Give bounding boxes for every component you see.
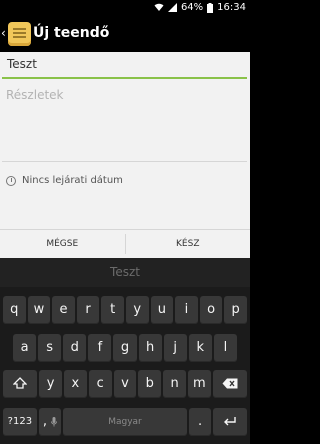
done-button[interactable]: KÉSZ xyxy=(126,230,251,258)
suggestion-bar[interactable]: Teszt xyxy=(0,258,250,287)
due-date-text: Nincs lejárati dátum xyxy=(22,175,123,186)
keyboard-row-4: ?123 , Magyar . xyxy=(2,408,248,436)
page-title: Új teendő xyxy=(33,25,110,41)
key-t[interactable]: t xyxy=(101,296,124,324)
key-f[interactable]: f xyxy=(88,334,112,362)
key-p[interactable]: p xyxy=(224,296,247,324)
shift-key[interactable] xyxy=(3,370,38,398)
key-v[interactable]: v xyxy=(113,370,137,398)
details-underline xyxy=(2,161,247,162)
signal-icon xyxy=(167,3,177,12)
period-key[interactable]: . xyxy=(188,408,212,436)
key-l[interactable]: l xyxy=(213,334,237,362)
key-w[interactable]: w xyxy=(27,296,51,324)
key-o[interactable]: o xyxy=(199,296,223,324)
key-y[interactable]: y xyxy=(125,296,149,324)
cancel-button[interactable]: MÉGSE xyxy=(0,230,125,258)
soft-keyboard: Teszt q w e r t y u i o p a s d f g h j … xyxy=(0,258,250,444)
key-a[interactable]: a xyxy=(13,334,37,362)
action-bar: ‹ Új teendő xyxy=(0,16,250,52)
key-n[interactable]: n xyxy=(163,370,186,398)
back-chevron-icon[interactable]: ‹ xyxy=(1,26,6,40)
key-d[interactable]: d xyxy=(63,334,87,362)
clock-text: 16:34 xyxy=(217,2,246,13)
clock-icon xyxy=(6,175,16,186)
microphone-icon xyxy=(51,416,58,426)
key-c[interactable]: c xyxy=(88,370,112,398)
space-key[interactable]: Magyar xyxy=(63,408,187,436)
key-i[interactable]: i xyxy=(175,296,198,324)
key-u[interactable]: u xyxy=(150,296,174,324)
note-icon[interactable] xyxy=(8,22,31,46)
key-q[interactable]: q xyxy=(3,296,26,324)
details-input[interactable]: Részletek xyxy=(6,88,64,102)
button-bar: MÉGSE KÉSZ xyxy=(0,229,250,258)
battery-icon xyxy=(207,2,214,13)
key-y2[interactable]: y xyxy=(39,370,62,398)
due-date-row[interactable]: Nincs lejárati dátum xyxy=(6,175,123,186)
key-h[interactable]: h xyxy=(138,334,162,362)
symbols-key[interactable]: ?123 xyxy=(3,408,37,436)
key-e[interactable]: e xyxy=(52,296,75,324)
key-k[interactable]: k xyxy=(188,334,212,362)
key-m[interactable]: m xyxy=(187,370,211,398)
key-g[interactable]: g xyxy=(113,334,137,362)
task-form: Teszt Részletek Nincs lejárati dátum xyxy=(0,52,250,229)
key-j[interactable]: j xyxy=(163,334,187,362)
key-x[interactable]: x xyxy=(64,370,87,398)
key-r[interactable]: r xyxy=(76,296,100,324)
battery-text: 64% xyxy=(180,2,204,13)
wifi-icon xyxy=(154,3,164,12)
keyboard-row-3: y x c v b n m xyxy=(2,370,248,398)
keyboard-row-2: a s d f g h j k l xyxy=(2,334,248,362)
title-underline xyxy=(2,77,247,79)
keyboard-row-1: q w e r t y u i o p xyxy=(2,296,248,324)
status-bar: 64% 16:34 xyxy=(0,0,250,16)
comma-mic-key[interactable]: , xyxy=(38,408,62,436)
task-title-input[interactable]: Teszt xyxy=(6,57,237,77)
key-s[interactable]: s xyxy=(38,334,62,362)
backspace-key[interactable] xyxy=(212,370,247,398)
comma-label: , xyxy=(42,414,47,429)
enter-key[interactable] xyxy=(213,408,247,436)
key-b[interactable]: b xyxy=(138,370,162,398)
